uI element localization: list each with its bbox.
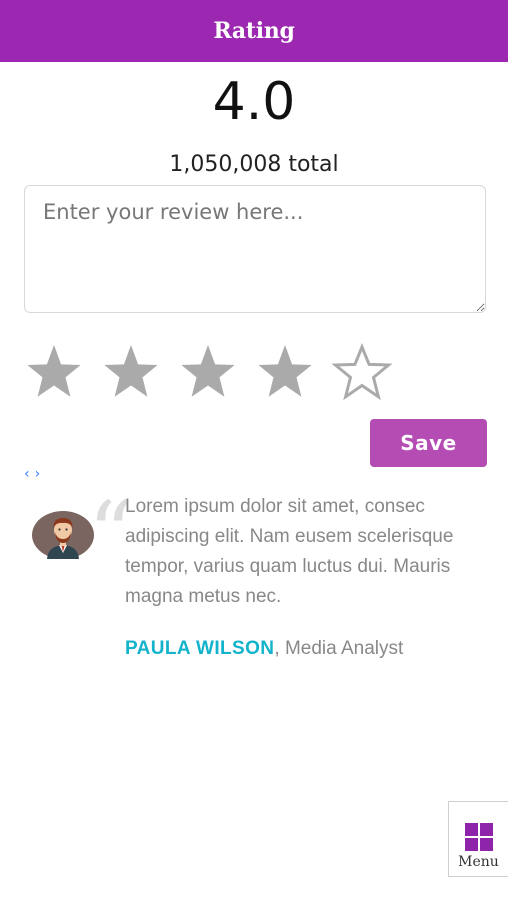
star-empty-icon: [332, 343, 392, 401]
star-2[interactable]: [101, 340, 177, 404]
star-filled-icon: [104, 345, 158, 397]
testimonial-text: Lorem ipsum dolor sit amet, consec adipi…: [125, 496, 454, 607]
save-button[interactable]: Save: [370, 419, 487, 467]
author-separator: ,: [274, 638, 285, 659]
rating-page: Rating 4.0 1,050,008 total Enter your re…: [0, 0, 508, 900]
rating-score: 4.0: [212, 72, 296, 132]
carousel-nav: ‹ ›: [24, 466, 45, 482]
star-filled-icon: [258, 345, 312, 397]
author-name: PAULA WILSON: [125, 638, 275, 659]
star-3[interactable]: [178, 340, 254, 404]
star-5[interactable]: [332, 340, 408, 404]
author-role: Media Analyst: [284, 638, 404, 659]
star-4[interactable]: [255, 340, 331, 404]
star-rating: [24, 340, 409, 404]
star-filled-icon: [181, 345, 235, 397]
testimonial-author: PAULA WILSON, Media Analyst: [125, 638, 403, 660]
grid-icon: [464, 823, 493, 851]
avatar: [31, 510, 95, 560]
carousel-prev-link[interactable]: ‹: [24, 466, 30, 482]
carousel-next-link[interactable]: ›: [35, 466, 41, 482]
app-header: Rating: [0, 0, 508, 62]
star-1[interactable]: [24, 340, 100, 404]
menu-button[interactable]: Menu: [448, 801, 508, 877]
review-input[interactable]: [24, 185, 486, 313]
star-filled-icon: [27, 345, 81, 397]
person-avatar-icon: [32, 511, 94, 559]
rating-total: 1,050,008 total: [169, 152, 339, 177]
menu-label: Menu: [458, 854, 499, 870]
header-title: Rating: [213, 18, 295, 44]
